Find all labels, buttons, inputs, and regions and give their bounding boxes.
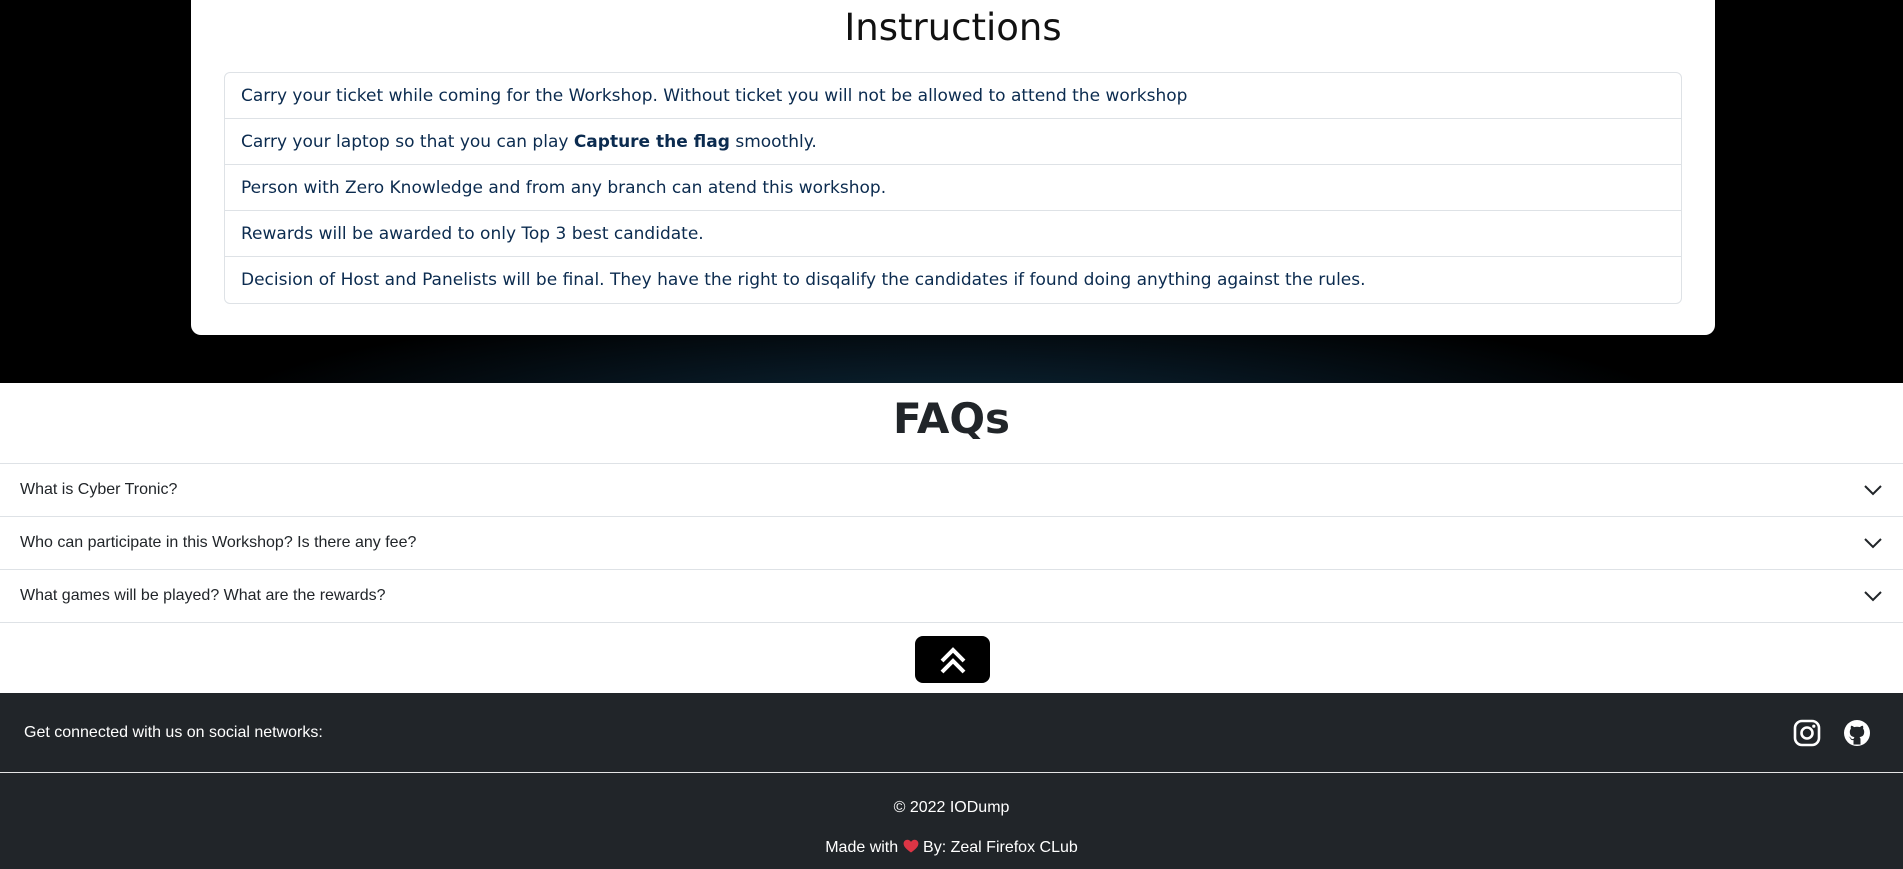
hero-section: Instructions Carry your ticket while com… <box>0 0 1903 383</box>
instructions-title: Instructions <box>844 6 1062 49</box>
instruction-item: Rewards will be awarded to only Top 3 be… <box>225 211 1681 257</box>
instruction-item: Carry your ticket while coming for the W… <box>225 73 1681 119</box>
double-chevron-up-icon <box>940 646 965 673</box>
copyright-text: © 2022 IODump <box>893 799 1010 816</box>
github-icon[interactable] <box>1843 719 1871 747</box>
chevron-down-icon <box>1864 538 1882 549</box>
heart-icon <box>903 839 918 853</box>
faq-item-cyber-tronic[interactable]: What is Cyber Tronic? <box>0 464 1903 517</box>
social-networks-text: Get connected with us on social networks… <box>24 723 323 741</box>
made-with-text: Made with By: Zeal Firefox CLub <box>825 839 1078 856</box>
faq-item-participation[interactable]: Who can participate in this Workshop? Is… <box>0 517 1903 570</box>
instructions-card: Instructions Carry your ticket while com… <box>191 0 1715 335</box>
faq-question: Who can participate in this Workshop? Is… <box>20 534 417 551</box>
faqs-title: FAQs <box>892 394 1011 443</box>
footer-bottom: © 2022 IODump Made with By: Zeal Firefox… <box>0 773 1903 869</box>
footer-social-bar: Get connected with us on social networks… <box>0 693 1903 773</box>
faq-item-games-rewards[interactable]: What games will be played? What are the … <box>0 570 1903 623</box>
instruction-item: Person with Zero Knowledge and from any … <box>225 165 1681 211</box>
instructions-list: Carry your ticket while coming for the W… <box>224 72 1682 304</box>
instruction-item: Carry your laptop so that you can play C… <box>225 119 1681 165</box>
instruction-text: Carry your laptop so that you can play C… <box>241 131 817 152</box>
capture-the-flag-emphasis: Capture the flag <box>573 131 730 152</box>
social-links <box>1793 719 1871 747</box>
faq-question: What games will be played? What are the … <box>20 587 386 604</box>
chevron-down-icon <box>1864 485 1882 496</box>
faq-accordion: What is Cyber Tronic? Who can participat… <box>0 463 1903 623</box>
instagram-icon[interactable] <box>1793 719 1821 747</box>
chevron-down-icon <box>1864 591 1882 602</box>
instruction-item: Decision of Host and Panelists will be f… <box>241 270 1366 290</box>
faq-question: What is Cyber Tronic? <box>20 481 178 498</box>
back-to-top-button[interactable] <box>915 636 990 683</box>
